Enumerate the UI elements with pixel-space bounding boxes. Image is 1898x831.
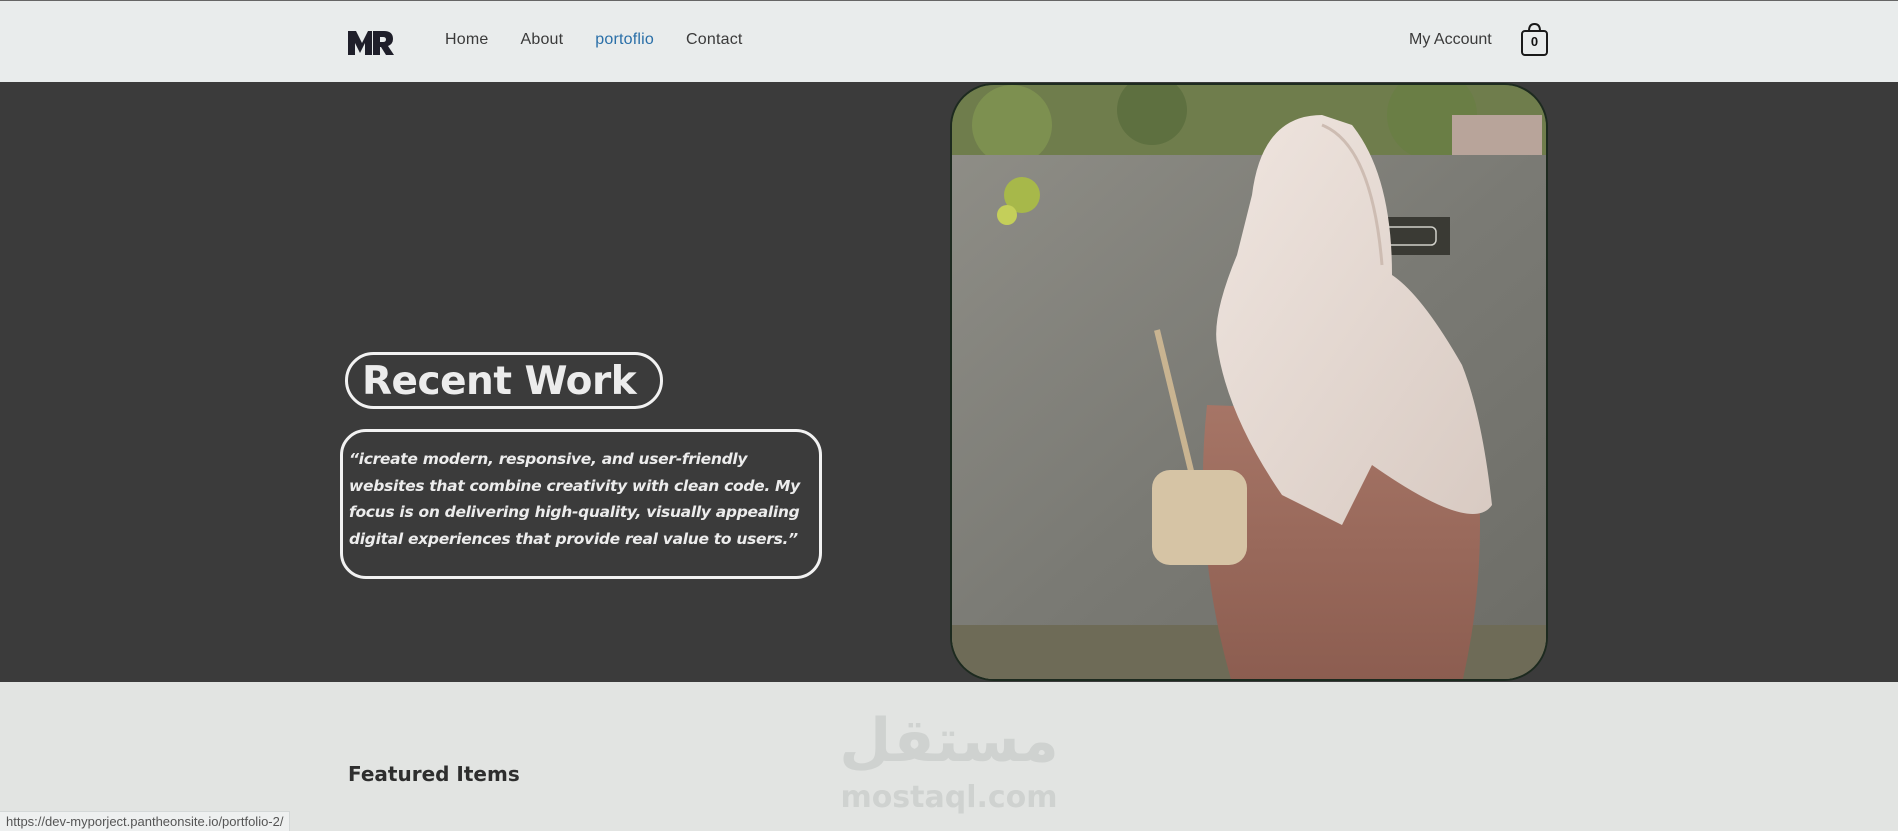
- cart-count-badge: 0: [1530, 34, 1539, 49]
- nav-about[interactable]: About: [520, 31, 563, 49]
- hero-title-box: Recent Work: [345, 352, 663, 409]
- hero-title: Recent Work: [362, 359, 637, 404]
- nav-contact[interactable]: Contact: [686, 31, 743, 49]
- main-nav: Home About portoflio Contact: [445, 31, 743, 49]
- watermark-latin: mostaql.com: [840, 780, 1058, 815]
- site-header: Home About portoflio Contact My Account …: [0, 0, 1898, 82]
- hero-quote-box: “icreate modern, responsive, and user-fr…: [340, 429, 822, 579]
- mr-logo[interactable]: [348, 29, 394, 55]
- hero-section: Recent Work “icreate modern, responsive,…: [0, 82, 1898, 682]
- nav-home[interactable]: Home: [445, 31, 488, 49]
- watermark-arabic: مستقل: [839, 706, 1059, 776]
- hero-quote: “icreate modern, responsive, and user-fr…: [349, 450, 800, 548]
- status-bar-url: https://dev-myporject.pantheonsite.io/po…: [0, 811, 291, 831]
- nav-portfolio[interactable]: portoflio: [595, 31, 654, 49]
- my-account-link[interactable]: My Account: [1409, 31, 1492, 49]
- hero-photo: [950, 83, 1548, 681]
- featured-items-heading: Featured Items: [348, 762, 520, 786]
